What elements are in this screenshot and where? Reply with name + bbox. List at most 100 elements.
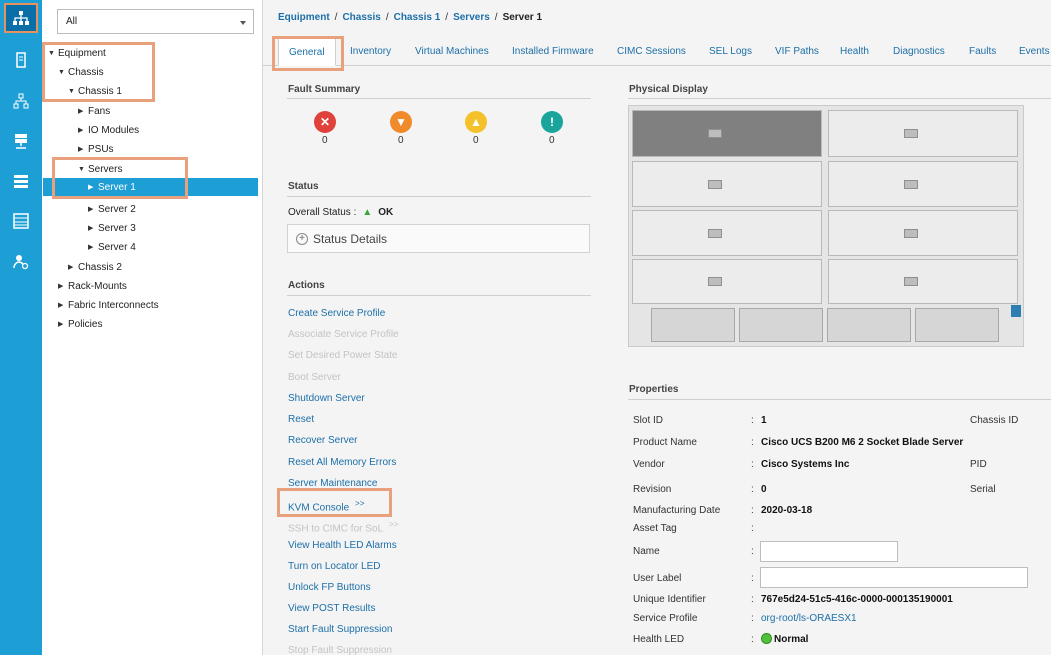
tab-virtual-machines[interactable]: Virtual Machines xyxy=(415,38,489,66)
caret-right-icon[interactable]: ▶ xyxy=(58,320,68,328)
tree-item-io-modules[interactable]: ▶ IO Modules xyxy=(78,121,139,139)
tab-inventory[interactable]: Inventory xyxy=(350,38,391,66)
servers-nav-button[interactable] xyxy=(4,45,38,75)
blade-slot-1[interactable] xyxy=(632,110,822,157)
tree-item-label: PSUs xyxy=(88,143,114,155)
revision-value: 0 xyxy=(761,484,767,495)
revision-label: Revision xyxy=(633,484,672,495)
action-start-fault-suppression[interactable]: Start Fault Suppression xyxy=(288,624,393,635)
tab-installed-firmware[interactable]: Installed Firmware xyxy=(512,38,594,66)
user-label-input[interactable] xyxy=(760,567,1028,588)
asset-tag-label: Asset Tag xyxy=(633,523,677,534)
tree-item-server-4[interactable]: ▶ Server 4 xyxy=(88,238,136,256)
critical-fault-icon[interactable]: ✕ xyxy=(314,111,336,133)
action-label: Reset All Memory Errors xyxy=(288,457,397,468)
major-fault-icon[interactable]: ▼ xyxy=(390,111,412,133)
psu-slot-1[interactable] xyxy=(651,308,735,342)
tree-item-fans[interactable]: ▶ Fans xyxy=(78,102,110,120)
blade-slot-4[interactable] xyxy=(828,161,1018,207)
storage-nav-button[interactable] xyxy=(4,206,38,236)
tree-item-policies[interactable]: ▶ Policies xyxy=(58,315,102,333)
blade-slot-5[interactable] xyxy=(632,210,822,256)
equipment-nav-button[interactable] xyxy=(4,3,38,33)
action-associate-service-profile: Associate Service Profile xyxy=(288,329,399,340)
san-nav-button[interactable] xyxy=(4,126,38,156)
caret-right-icon[interactable]: ▶ xyxy=(78,107,88,115)
breadcrumb-equipment[interactable]: Equipment xyxy=(278,12,330,23)
chassis-physical-display[interactable] xyxy=(628,105,1024,347)
tab-diagnostics[interactable]: Diagnostics xyxy=(893,38,945,66)
caret-right-icon[interactable]: ▶ xyxy=(58,301,68,309)
action-turn-on-locator-led[interactable]: Turn on Locator LED xyxy=(288,561,380,572)
name-input[interactable] xyxy=(760,541,898,562)
tree-item-label: Fans xyxy=(88,105,111,117)
caret-right-icon[interactable]: ▶ xyxy=(78,145,88,153)
blade-slot-2[interactable] xyxy=(828,110,1018,157)
caret-right-icon[interactable]: ▶ xyxy=(58,282,68,290)
tab-vif-paths[interactable]: VIF Paths xyxy=(775,38,819,66)
caret-right-icon[interactable]: ▶ xyxy=(68,263,78,271)
tab-events[interactable]: Events xyxy=(1019,38,1050,66)
tab-health[interactable]: Health xyxy=(840,38,869,66)
tab-cimc-sessions[interactable]: CIMC Sessions xyxy=(617,38,686,66)
chassis-id-label: Chassis ID xyxy=(970,415,1019,426)
action-unlock-fp-buttons[interactable]: Unlock FP Buttons xyxy=(288,582,371,593)
divider xyxy=(287,295,591,296)
tab-sel-logs[interactable]: SEL Logs xyxy=(709,38,752,66)
caret-right-icon[interactable]: ▶ xyxy=(88,224,98,232)
divider xyxy=(628,399,1051,400)
action-recover-server[interactable]: Recover Server xyxy=(288,435,357,446)
caret-right-icon[interactable]: ▶ xyxy=(88,243,98,251)
tree-item-server-3[interactable]: ▶ Server 3 xyxy=(88,219,136,237)
tree-item-psus[interactable]: ▶ PSUs xyxy=(78,140,114,158)
lan-nav-button[interactable] xyxy=(4,86,38,116)
action-view-health-led-alarms[interactable]: View Health LED Alarms xyxy=(288,540,397,551)
blade-slot-6[interactable] xyxy=(828,210,1018,256)
psu-slot-4[interactable] xyxy=(915,308,999,342)
action-label: Shutdown Server xyxy=(288,393,365,404)
action-reset[interactable]: Reset xyxy=(288,414,314,425)
main-content: Equipment / Chassis / Chassis 1/Servers / Serv… xyxy=(263,0,1051,655)
tree-item-server-2[interactable]: ▶ Server 2 xyxy=(88,200,136,218)
action-create-service-profile[interactable]: Create Service Profile xyxy=(288,308,385,319)
annotation-highlight-servers xyxy=(52,157,188,199)
blade-slot-7[interactable] xyxy=(632,259,822,304)
annotation-highlight-general-tab xyxy=(272,36,344,71)
action-set-desired-power-state: Set Desired Power State xyxy=(288,350,398,361)
blade-slot-8[interactable] xyxy=(828,259,1018,304)
tree-item-fabric-interconnects[interactable]: ▶ Fabric Interconnects xyxy=(58,296,159,314)
tree-item-rack-mounts[interactable]: ▶ Rack-Mounts xyxy=(58,277,127,295)
action-stop-fault-suppression: Stop Fault Suppression xyxy=(288,645,392,655)
psu-slot-2[interactable] xyxy=(739,308,823,342)
tree-item-label: Rack-Mounts xyxy=(68,280,127,292)
warning-fault-icon[interactable]: ! xyxy=(541,111,563,133)
tree-filter-select[interactable]: All xyxy=(57,9,254,34)
psu-slot-3[interactable] xyxy=(827,308,911,342)
breadcrumb-servers[interactable]: Servers xyxy=(453,12,490,23)
properties-title: Properties xyxy=(629,384,679,395)
locator-led-icon[interactable] xyxy=(1011,305,1021,317)
tree-item-chassis-2[interactable]: ▶ Chassis 2 xyxy=(68,258,122,276)
admin-nav-button[interactable] xyxy=(4,247,38,277)
caret-right-icon[interactable]: ▶ xyxy=(88,205,98,213)
blade-slot-3[interactable] xyxy=(632,161,822,207)
action-reset-all-memory-errors[interactable]: Reset All Memory Errors xyxy=(288,457,396,468)
tab-faults[interactable]: Faults xyxy=(969,38,996,66)
action-shutdown-server[interactable]: Shutdown Server xyxy=(288,393,365,404)
health-led-label: Health LED xyxy=(633,634,685,645)
action-view-post-results[interactable]: View POST Results xyxy=(288,603,375,614)
breadcrumb-chassis-1[interactable]: Chassis 1 xyxy=(394,12,441,23)
minor-fault-count: 0 xyxy=(473,135,479,146)
slot-id-label: Slot ID xyxy=(633,415,664,426)
status-details-expander[interactable]: + Status Details xyxy=(287,224,590,253)
breadcrumb-chassis[interactable]: Chassis xyxy=(342,12,380,23)
service-profile-link[interactable]: org-root/ls-ORAESX1 xyxy=(761,613,857,624)
vm-nav-button[interactable] xyxy=(4,166,38,196)
breadcrumb-current: Server 1 xyxy=(502,12,543,23)
minor-fault-icon[interactable]: ▲ xyxy=(465,111,487,133)
tree-item-label: Policies xyxy=(68,318,103,330)
action-label: Boot Server xyxy=(288,372,341,383)
caret-right-icon[interactable]: ▶ xyxy=(78,126,88,134)
vendor-value: Cisco Systems Inc xyxy=(761,459,850,470)
arrow-up-icon: ▲ xyxy=(362,207,373,218)
